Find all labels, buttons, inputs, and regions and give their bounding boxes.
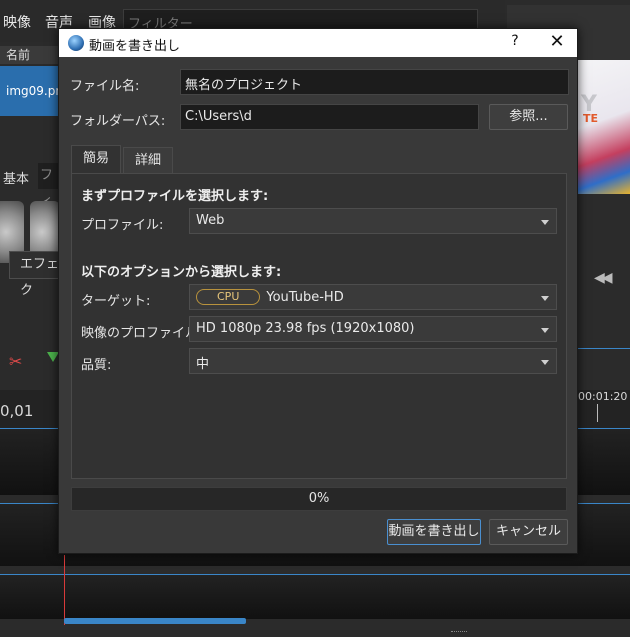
timecode-right: 00:01:20 [578, 390, 628, 403]
options-section-title: 以下のオプションから選択します: [81, 265, 282, 280]
dialog-titlebar: 動画を書き出し ? ✕ [59, 29, 577, 57]
tab-simple[interactable]: 簡易 [71, 145, 121, 175]
app-logo-icon [68, 35, 84, 51]
folder-path-label: フォルダーパス: [70, 114, 166, 129]
target-select[interactable]: CPU YouTube-HD [189, 284, 557, 310]
chevron-down-icon [541, 296, 549, 301]
dialog-title: 動画を書き出し [89, 39, 181, 54]
target-label: ターゲット: [81, 294, 151, 309]
profile-label: プロファイル: [81, 218, 164, 233]
export-progress-bar: 0% [71, 487, 567, 511]
filename-label: ファイル名: [70, 79, 140, 94]
scissors-icon[interactable]: ✂ [9, 352, 22, 371]
browse-button[interactable]: 参照... [489, 104, 568, 130]
quality-value: 中 [196, 357, 210, 372]
profile-value: Web [196, 213, 225, 228]
timecode-left: 0,01 [0, 402, 34, 420]
video-profile-value: HD 1080p 23.98 fps (1920x1080) [196, 321, 415, 336]
timeline-scrollbar[interactable] [64, 618, 246, 624]
tab-basic[interactable]: 基本 [3, 168, 29, 187]
help-button[interactable]: ? [505, 33, 525, 49]
cancel-button[interactable]: キャンセル [489, 519, 568, 545]
cpu-badge: CPU [196, 289, 261, 305]
preview-divider [578, 348, 630, 349]
chevron-down-icon [541, 220, 549, 225]
ruler-tick [597, 404, 598, 422]
simple-tab-panel: まずプロファイルを選択します: プロファイル: Web 以下のオプションから選択… [71, 173, 567, 479]
video-profile-select[interactable]: HD 1080p 23.98 fps (1920x1080) [189, 316, 557, 342]
menu-video[interactable]: 映像 [3, 12, 31, 32]
profile-select[interactable]: Web [189, 208, 557, 234]
chevron-down-icon [541, 328, 549, 333]
quality-select[interactable]: 中 [189, 348, 557, 374]
export-dialog: 動画を書き出し ? ✕ ファイル名: 無名のプロジェクト フォルダーパス: C:… [58, 28, 578, 554]
resize-grip[interactable] [451, 631, 467, 634]
timeline-track[interactable] [0, 574, 630, 619]
files-column-name[interactable]: 名前 [0, 46, 60, 64]
close-button[interactable]: ✕ [547, 31, 567, 52]
target-value: YouTube-HD [266, 290, 344, 305]
folder-path-field[interactable]: C:\Users\d [180, 104, 479, 130]
selected-file-item[interactable]: img09.png [0, 66, 60, 116]
tab-advanced[interactable]: 詳細 [123, 147, 173, 175]
video-profile-label: 映像のプロファイル: [81, 326, 203, 341]
profile-section-title: まずプロファイルを選択します: [81, 189, 269, 204]
filename-field[interactable]: 無名のプロジェクト [180, 69, 569, 95]
playhead[interactable] [64, 555, 65, 625]
chevron-down-icon [541, 360, 549, 365]
rewind-icon[interactable]: ◀◀ [594, 270, 612, 286]
video-preview [578, 60, 630, 194]
export-button[interactable]: 動画を書き出し [387, 519, 481, 545]
preview-text-te: TE [583, 112, 599, 125]
quality-label: 品質: [81, 358, 112, 373]
